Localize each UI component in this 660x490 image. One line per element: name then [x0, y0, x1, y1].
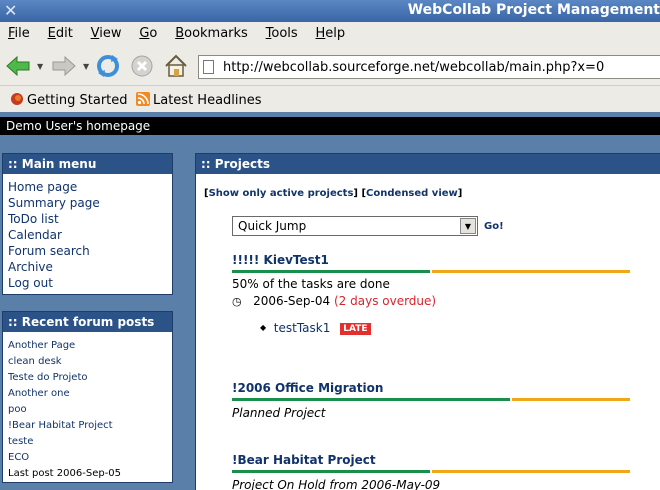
- main-menu-title: :: Main menu: [3, 154, 172, 174]
- bookmark-getting-started[interactable]: Getting Started: [10, 92, 128, 108]
- reload-button[interactable]: [94, 52, 122, 80]
- firefox-icon: [11, 93, 23, 105]
- project-title-link[interactable]: !!!!! KievTest1: [232, 253, 329, 267]
- project-title-link[interactable]: !2006 Office Migration: [232, 381, 383, 395]
- dropdown-arrow-icon[interactable]: ▼: [460, 218, 476, 234]
- project-progress-bar: [232, 270, 630, 273]
- clock-icon: ◷: [232, 295, 242, 308]
- progress-remaining: [432, 470, 630, 473]
- bracket: ]: [353, 188, 358, 199]
- menu-view[interactable]: View: [91, 22, 122, 41]
- menubar: File Edit View Go Bookmarks Tools Help: [0, 22, 660, 46]
- forum-post-link[interactable]: poo: [3, 402, 172, 418]
- projects-view-links: [Show only active projects] [Condensed v…: [204, 188, 462, 199]
- menu-bookmarks[interactable]: Bookmarks: [175, 22, 248, 41]
- project-title-link[interactable]: !Bear Habitat Project: [232, 453, 376, 467]
- go-button[interactable]: Go!: [484, 221, 504, 232]
- progress-done: [232, 470, 430, 473]
- menu-go[interactable]: Go: [139, 22, 157, 41]
- menu-link-archive[interactable]: Archive: [3, 259, 172, 275]
- home-button[interactable]: [162, 52, 190, 80]
- menu-file[interactable]: File: [8, 22, 30, 41]
- reload-icon: [97, 55, 119, 77]
- menu-tools[interactable]: Tools: [266, 22, 298, 41]
- due-date: 2006-Sep-04: [253, 294, 331, 308]
- project-status: 50% of the tasks are done: [232, 277, 390, 291]
- bookmarks-toolbar: Getting Started Latest Headlines: [0, 86, 660, 112]
- projects-title: :: Projects: [196, 154, 660, 174]
- window-title: WebCollab Project Management: [407, 2, 660, 18]
- home-icon: [165, 54, 187, 77]
- show-active-projects-link[interactable]: Show only active projects: [209, 188, 354, 199]
- forward-arrow-icon: [52, 55, 76, 77]
- forum-posts-title: :: Recent forum posts: [3, 312, 172, 332]
- forum-post-link[interactable]: Another Page: [3, 338, 172, 354]
- progress-done: [232, 398, 510, 401]
- project-status: Project On Hold from 2006-May-09: [232, 478, 441, 490]
- forum-post-link[interactable]: teste: [3, 434, 172, 450]
- window-titlebar: ✕ WebCollab Project Management: [0, 0, 660, 22]
- overdue-text: (2 days overdue): [333, 294, 437, 308]
- project-item: !2006 Office Migration Planned Project: [232, 381, 630, 420]
- url-bar[interactable]: http://webcollab.sourceforge.net/webcoll…: [198, 55, 660, 79]
- bullet-icon: ◆: [260, 323, 267, 332]
- url-text: http://webcollab.sourceforge.net/webcoll…: [223, 60, 605, 75]
- back-dropdown-icon[interactable]: ▼: [37, 62, 43, 71]
- main-menu-box: :: Main menu Home page Summary page ToDo…: [2, 153, 173, 295]
- bookmark-label: Getting Started: [27, 93, 128, 108]
- rss-icon: [136, 92, 150, 106]
- bookmark-label: Latest Headlines: [153, 93, 262, 108]
- app-x-icon[interactable]: ✕: [4, 1, 17, 20]
- stop-button[interactable]: [128, 52, 156, 80]
- quick-jump-select[interactable]: Quick Jump ▼: [232, 216, 478, 236]
- forum-post-link[interactable]: Another one: [3, 386, 172, 402]
- menu-edit[interactable]: Edit: [48, 22, 73, 41]
- project-progress-bar: [232, 470, 630, 473]
- project-due: ◷ 2006-Sep-04 (2 days overdue): [232, 294, 630, 308]
- project-item: !Bear Habitat Project Project On Hold fr…: [232, 453, 630, 490]
- projects-box: :: Projects [Show only active projects] …: [195, 153, 660, 490]
- progress-done: [232, 270, 430, 273]
- progress-remaining: [512, 398, 630, 401]
- late-badge: LATE: [340, 323, 371, 335]
- page-header: Demo User's homepage: [0, 117, 660, 135]
- back-arrow-icon: [6, 55, 30, 77]
- quick-jump-value: Quick Jump: [238, 219, 307, 233]
- forum-post-link[interactable]: ECO: [3, 450, 172, 466]
- progress-remaining: [432, 270, 630, 273]
- task-item: ◆ testTask1 LATE: [260, 321, 630, 335]
- project-item: !!!!! KievTest1 50% of the tasks are don…: [232, 253, 630, 335]
- menu-link-logout[interactable]: Log out: [3, 275, 172, 291]
- bookmark-latest-headlines[interactable]: Latest Headlines: [136, 92, 262, 108]
- menu-link-calendar[interactable]: Calendar: [3, 227, 172, 243]
- forum-last-post: Last post 2006-Sep-05: [8, 468, 122, 479]
- menu-link-summary[interactable]: Summary page: [3, 195, 172, 211]
- forum-post-link[interactable]: clean desk: [3, 354, 172, 370]
- project-status: Planned Project: [232, 406, 326, 420]
- menu-link-todo[interactable]: ToDo list: [3, 211, 172, 227]
- menu-link-home[interactable]: Home page: [3, 179, 172, 195]
- forum-post-link[interactable]: Teste do Projeto: [3, 370, 172, 386]
- menu-help[interactable]: Help: [316, 22, 346, 41]
- condensed-view-link[interactable]: Condensed view: [366, 188, 458, 199]
- menu-link-forum-search[interactable]: Forum search: [3, 243, 172, 259]
- page-icon: [203, 60, 214, 74]
- forum-posts-box: :: Recent forum posts Another Page clean…: [2, 311, 173, 483]
- stop-icon: [131, 55, 153, 77]
- forum-post-link[interactable]: !Bear Habitat Project: [3, 418, 172, 434]
- navigation-toolbar: ▼ ▼ http://webcollab.sourceforge.net/web…: [0, 46, 660, 86]
- back-button[interactable]: [4, 52, 32, 80]
- forward-dropdown-icon[interactable]: ▼: [83, 62, 89, 71]
- forward-button[interactable]: [50, 52, 78, 80]
- project-progress-bar: [232, 398, 630, 401]
- task-link[interactable]: testTask1: [274, 321, 331, 335]
- bracket: ]: [457, 188, 463, 199]
